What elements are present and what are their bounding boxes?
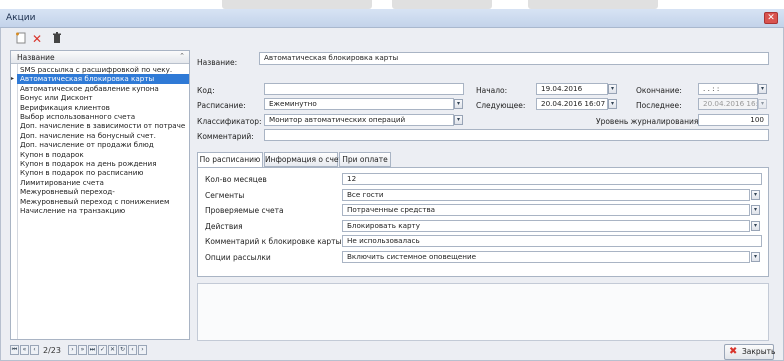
lower-panel — [197, 283, 769, 341]
list-item[interactable]: SMS рассылка с расшифровкой по чеку. — [17, 65, 189, 74]
page-indicator: 2/23 — [43, 346, 61, 355]
list-item[interactable]: Доп. начисление на бонусный счет. — [17, 131, 189, 140]
refresh-button[interactable]: ↻ — [118, 345, 127, 355]
calendar-dropdown-icon[interactable]: ▾ — [758, 84, 767, 94]
next-run-field[interactable]: 20.04.2016 16:07 — [536, 98, 608, 110]
log-level-field[interactable]: 100 — [698, 114, 769, 126]
list-item[interactable]: Купон в подарок — [17, 150, 189, 159]
ghost-shape — [528, 0, 658, 9]
prev-page-button[interactable]: ‹ — [30, 345, 39, 355]
end-date-field[interactable]: . . : : — [698, 83, 758, 95]
title-bar: Акции — [0, 9, 784, 28]
code-label: Код: — [197, 86, 215, 95]
prev-page-jump-button[interactable]: « — [20, 345, 29, 355]
next-run-label: Следующее: — [476, 101, 526, 110]
close-icon: ✖ — [729, 346, 738, 357]
param-value[interactable]: Включить системное оповещение — [342, 250, 750, 263]
param-label: Проверяемые счета — [205, 206, 284, 215]
chevron-down-icon[interactable]: ▾ — [454, 115, 463, 125]
first-page-button[interactable]: ⏮ — [10, 345, 19, 355]
schedule-label: Расписание: — [197, 101, 246, 110]
calendar-dropdown-icon: ▾ — [758, 99, 767, 109]
name-field[interactable]: Автоматическая блокировка карты — [259, 52, 769, 65]
chevron-down-icon[interactable]: ▾ — [751, 189, 760, 200]
schedule-tab-panel: Кол-во месяцев 12 Сегменты Все гости ▾ Провер… — [197, 167, 769, 277]
tab-on-payment[interactable]: При оплате — [339, 152, 391, 167]
ghost-shape — [222, 0, 372, 9]
code-field[interactable] — [264, 83, 464, 95]
last-run-field: 20.04.2016 16:06 — [698, 98, 758, 110]
confirm-button[interactable]: ✓ — [98, 345, 107, 355]
list-item[interactable]: Доп. начисление в зависимости от потраче — [17, 121, 189, 130]
param-value[interactable]: Потраченные средства — [342, 204, 750, 216]
delete-icon[interactable]: ✕ — [30, 32, 44, 46]
param-value[interactable]: Все гости — [342, 188, 750, 201]
list-header-label: Название — [17, 53, 55, 62]
schedule-select[interactable]: Ежеминутно — [264, 98, 454, 110]
list-item[interactable]: Начисление на транзакцию — [17, 206, 189, 215]
param-label: Комментарий к блокировке карты — [205, 237, 342, 246]
log-level-label: Уровень журналирования: — [596, 117, 701, 126]
last-run-label: Последнее: — [636, 101, 682, 110]
scroll-right-button[interactable]: › — [138, 345, 147, 355]
param-label: Опции рассылки — [205, 252, 271, 262]
next-page-jump-button[interactable]: » — [78, 345, 87, 355]
last-page-button[interactable]: ⏭ — [88, 345, 97, 355]
cancel-button[interactable]: ✕ — [108, 345, 117, 355]
window-title: Акции — [6, 13, 36, 23]
param-value[interactable]: Не использовалась — [342, 235, 762, 247]
trash-icon[interactable] — [50, 32, 64, 46]
close-button[interactable]: ✖ Закрыть — [724, 344, 776, 360]
list-item[interactable]: Автоматическое добавление купона — [17, 84, 189, 93]
calendar-dropdown-icon[interactable]: ▾ — [608, 99, 617, 109]
start-date-field[interactable]: 19.04.2016 — [536, 83, 608, 95]
classifier-label: Классификатор: — [197, 117, 262, 126]
chevron-down-icon[interactable]: ▾ — [751, 220, 760, 231]
scroll-left-button[interactable]: ‹ — [128, 345, 137, 355]
classifier-select[interactable]: Монитор автоматических операций — [264, 114, 454, 126]
start-label: Начало: — [476, 86, 508, 95]
window-close-button[interactable]: ✕ — [764, 12, 778, 24]
param-value[interactable]: Блокировать карту — [342, 219, 750, 232]
list-item[interactable]: Бонус или Дисконт — [17, 93, 189, 102]
promotions-list: Название ⌃ SMS рассылка с расшифровкой п… — [10, 50, 190, 340]
ghost-shape — [392, 0, 492, 9]
comment-field[interactable] — [264, 129, 769, 141]
list-item[interactable]: Верификация клиентов — [17, 103, 189, 112]
next-page-button[interactable]: › — [68, 345, 77, 355]
list-item[interactable]: Выбор использованного счета — [17, 112, 189, 121]
tab-schedule[interactable]: По расписанию — [197, 152, 263, 168]
list-item[interactable]: Автоматическая блокировка карты — [17, 74, 189, 84]
calendar-dropdown-icon[interactable]: ▾ — [608, 84, 617, 94]
pager: ⏮ « ‹ 2/23 › » ⏭ ✓ ✕ ↻ ‹ › — [10, 345, 190, 359]
list-item[interactable]: Купон в подарок на день рождения — [17, 159, 189, 168]
comment-label: Комментарий: — [197, 132, 254, 141]
param-label: Сегменты — [205, 190, 245, 200]
tab-account-info[interactable]: Информация о счете — [264, 152, 348, 167]
chevron-down-icon[interactable]: ▾ — [751, 205, 760, 215]
chevron-down-icon[interactable]: ▾ — [454, 99, 463, 109]
name-label: Название: — [197, 58, 238, 67]
list-item[interactable]: Доп. начисление от продажи блюд — [17, 140, 189, 149]
end-label: Окончание: — [636, 86, 682, 95]
param-label: Действия — [205, 221, 243, 231]
chevron-down-icon[interactable]: ▾ — [751, 251, 760, 262]
list-item[interactable]: Межуровневый переход- — [17, 187, 189, 196]
close-button-label: Закрыть — [742, 347, 776, 356]
param-label: Кол-во месяцев — [205, 175, 267, 184]
list-item[interactable]: Лимитирование счета — [17, 178, 189, 187]
sort-arrow-icon: ⌃ — [179, 52, 185, 60]
param-value[interactable]: 12 — [342, 173, 762, 185]
list-item[interactable]: Межуровневый переход с понижением — [17, 197, 189, 206]
list-header[interactable]: Название ⌃ — [11, 51, 189, 64]
list-item[interactable]: Купон в подарок по расписанию — [17, 168, 189, 177]
add-icon[interactable] — [14, 32, 28, 46]
current-row-indicator-icon: ▸ — [11, 75, 15, 83]
